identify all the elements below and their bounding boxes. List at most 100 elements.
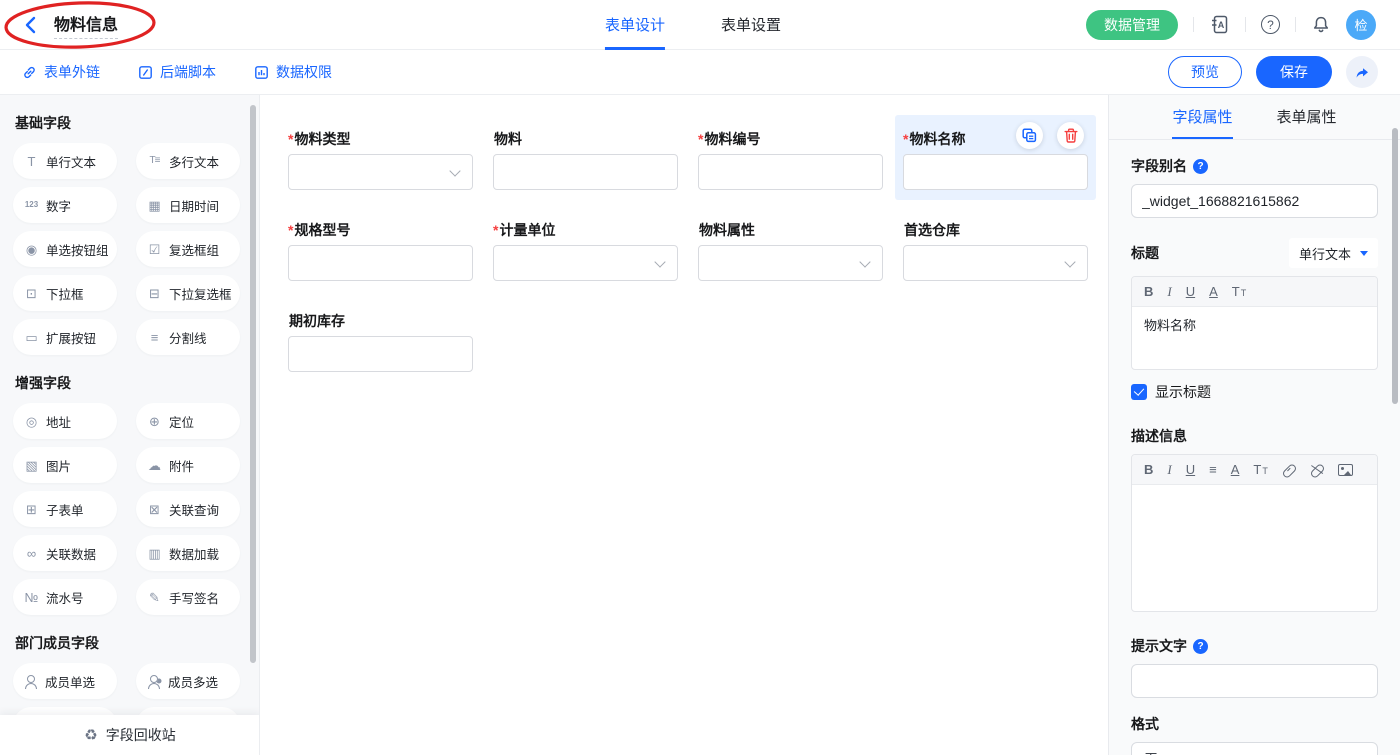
link-icon[interactable] — [1282, 463, 1296, 477]
palette-item-radio-group[interactable]: ◉单选按钮组 — [13, 231, 117, 267]
tab-form-design[interactable]: 表单设计 — [605, 0, 665, 50]
form-field-material-code[interactable]: *物料编号 — [690, 115, 891, 200]
external-link-button[interactable]: 表单外链 — [22, 62, 100, 82]
form-field-material-name[interactable]: *物料名称 — [895, 115, 1096, 200]
material-name-input[interactable] — [903, 154, 1088, 190]
palette-item-divider[interactable]: ≡分割线 — [136, 319, 240, 355]
share-arrow-icon — [1354, 65, 1370, 80]
font-size-button[interactable]: T — [1232, 285, 1246, 298]
form-field-spec-model[interactable]: *规格型号 — [280, 206, 481, 291]
sidebar-scrollbar[interactable] — [250, 105, 256, 663]
palette-item-number[interactable]: 123数字 — [13, 187, 117, 223]
font-color-button[interactable]: A — [1209, 285, 1218, 298]
unlink-icon[interactable] — [1310, 463, 1324, 477]
font-size-button[interactable]: T — [1253, 463, 1267, 476]
material-code-input[interactable] — [698, 154, 883, 190]
datetime-icon: ▦ — [147, 199, 162, 212]
palette-item-serial-number[interactable]: №流水号 — [13, 579, 117, 615]
opening-stock-input[interactable] — [288, 336, 473, 372]
palette-item-location[interactable]: ⊕定位 — [136, 403, 240, 439]
palette-item-multi-select[interactable]: ⊟下拉复选框 — [136, 275, 240, 311]
preferred-warehouse-select[interactable] — [903, 245, 1088, 281]
palette-item-image[interactable]: ▧图片 — [13, 447, 117, 483]
backend-script-button[interactable]: 后端脚本 — [138, 62, 216, 82]
hint-text-label: 提示文字 ? — [1131, 636, 1378, 656]
tab-field-properties[interactable]: 字段属性 — [1172, 95, 1232, 139]
caret-down-icon — [1360, 251, 1368, 256]
field-type-select[interactable]: 单行文本 — [1289, 238, 1378, 268]
underline-button[interactable]: U — [1186, 285, 1195, 298]
show-title-checkbox[interactable] — [1131, 384, 1147, 400]
top-tabs: 表单设计 表单设置 — [605, 0, 781, 50]
align-button[interactable]: ≡ — [1209, 463, 1217, 476]
bold-button[interactable]: B — [1144, 463, 1153, 476]
form-field-preferred-warehouse[interactable]: 首选仓库 — [895, 206, 1096, 291]
show-title-label: 显示标题 — [1155, 382, 1211, 402]
palette-item-extend-button[interactable]: ▭扩展按钮 — [13, 319, 117, 355]
description-content[interactable] — [1132, 485, 1377, 611]
material-type-select[interactable] — [288, 154, 473, 190]
preview-button[interactable]: 预览 — [1168, 56, 1242, 88]
description-label: 描述信息 — [1131, 426, 1378, 446]
italic-button[interactable]: I — [1167, 285, 1171, 298]
location-icon: ⊕ — [147, 415, 162, 428]
enhanced-fields-grid: ◎地址 ⊕定位 ▧图片 ☁附件 ⊞子表单 ⊠关联查询 ∞关联数据 ▥数据加载 №… — [13, 403, 239, 615]
copy-field-button[interactable] — [1016, 122, 1043, 149]
palette-item-subform[interactable]: ⊞子表单 — [13, 491, 117, 527]
help-icon[interactable]: ? — [1193, 159, 1208, 174]
help-icon[interactable]: ? — [1193, 639, 1208, 654]
field-recycle-bin[interactable]: ♻ 字段回收站 — [0, 715, 260, 755]
palette-item-data-load[interactable]: ▥数据加载 — [136, 535, 240, 571]
help-icon[interactable]: ? — [1261, 15, 1280, 34]
tab-form-properties[interactable]: 表单属性 — [1277, 95, 1337, 139]
form-field-opening-stock[interactable]: 期初库存 — [280, 297, 481, 382]
recycle-icon: ♻ — [84, 728, 97, 743]
palette-item-linked-data[interactable]: ∞关联数据 — [13, 535, 117, 571]
palette-item-checkbox-group[interactable]: ☑复选框组 — [136, 231, 240, 267]
insert-image-icon[interactable] — [1338, 464, 1353, 476]
bold-button[interactable]: B — [1144, 285, 1153, 298]
palette-item-attachment[interactable]: ☁附件 — [136, 447, 240, 483]
form-field-material-attr[interactable]: 物料属性 — [690, 206, 891, 291]
back-icon[interactable] — [24, 16, 42, 34]
form-field-unit[interactable]: *计量单位 — [485, 206, 686, 291]
field-alias-label: 字段别名 ? — [1131, 156, 1378, 176]
contacts-book-icon[interactable]: A — [1209, 14, 1230, 35]
underline-button[interactable]: U — [1186, 463, 1195, 476]
data-permission-button[interactable]: 数据权限 — [254, 62, 332, 82]
field-label: 期初库存 — [289, 313, 345, 329]
field-alias-input[interactable] — [1131, 184, 1378, 218]
font-color-button[interactable]: A — [1231, 463, 1240, 476]
palette-item-linked-query[interactable]: ⊠关联查询 — [136, 491, 240, 527]
title-content[interactable]: 物料名称 — [1132, 307, 1377, 369]
form-canvas: *物料类型 物料 *物料编号 — [260, 95, 1108, 755]
palette-item-single-line-text[interactable]: T单行文本 — [13, 143, 117, 179]
palette-item-address[interactable]: ◎地址 — [13, 403, 117, 439]
palette-item-signature[interactable]: ✎手写签名 — [136, 579, 240, 615]
form-field-material[interactable]: 物料 — [485, 115, 686, 200]
notification-bell-icon[interactable] — [1311, 15, 1331, 34]
share-button[interactable] — [1346, 56, 1378, 88]
material-attr-select[interactable] — [698, 245, 883, 281]
tab-form-settings[interactable]: 表单设置 — [721, 0, 781, 50]
italic-button[interactable]: I — [1167, 463, 1171, 476]
spec-model-input[interactable] — [288, 245, 473, 281]
panel-scrollbar[interactable] — [1392, 128, 1398, 404]
palette-item-member-single[interactable]: 成员单选 — [13, 663, 117, 699]
delete-field-button[interactable] — [1057, 122, 1084, 149]
user-avatar[interactable]: 检 — [1346, 10, 1376, 40]
palette-item-select[interactable]: ⊡下拉框 — [13, 275, 117, 311]
data-manage-button[interactable]: 数据管理 — [1086, 10, 1178, 40]
unit-select[interactable] — [493, 245, 678, 281]
select-icon: ⊡ — [24, 287, 39, 300]
top-bar: 物料信息 表单设计 表单设置 数据管理 A ? — [0, 0, 1400, 50]
palette-item-member-multi[interactable]: 成员多选 — [136, 663, 240, 699]
form-field-material-type[interactable]: *物料类型 — [280, 115, 481, 200]
hint-text-input[interactable] — [1131, 664, 1378, 698]
palette-item-datetime[interactable]: ▦日期时间 — [136, 187, 240, 223]
save-button[interactable]: 保存 — [1256, 56, 1332, 88]
palette-item-multi-line-text[interactable]: T≡多行文本 — [136, 143, 240, 179]
format-select[interactable]: 无 — [1131, 742, 1378, 755]
material-input[interactable] — [493, 154, 678, 190]
description-editor: B I U ≡ A T — [1131, 454, 1378, 612]
